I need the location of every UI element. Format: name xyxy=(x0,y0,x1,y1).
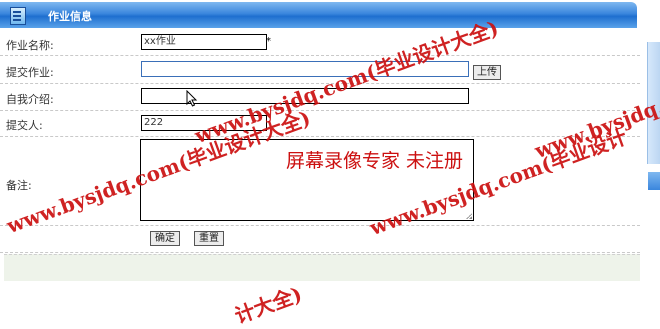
watermark-recorder: 屏幕录像专家 未注册 xyxy=(286,150,464,172)
name-label: 作业名称: xyxy=(6,39,54,52)
document-icon xyxy=(10,7,26,25)
confirm-button[interactable]: 确定 xyxy=(150,231,180,246)
upload-button[interactable]: 上传 xyxy=(473,65,501,80)
required-mark: * xyxy=(266,36,271,47)
side-panel-header-edge xyxy=(648,172,660,190)
submitter-label: 提交人: xyxy=(6,119,43,132)
section-title: 作业信息 xyxy=(48,10,92,23)
watermark-fragment: 计大全) xyxy=(231,281,305,329)
remark-label: 备注: xyxy=(6,179,32,192)
section-header: 作业信息 xyxy=(0,2,637,28)
reset-button[interactable]: 重置 xyxy=(194,231,224,246)
intro-label: 自我介绍: xyxy=(6,93,54,106)
form-row-actions xyxy=(0,226,640,253)
file-label: 提交作业: xyxy=(6,66,54,79)
form-footer xyxy=(4,254,640,281)
homework-name-input[interactable]: xx作业 xyxy=(141,34,267,50)
form-row-name: 作业名称: xx作业 * xyxy=(0,30,640,56)
